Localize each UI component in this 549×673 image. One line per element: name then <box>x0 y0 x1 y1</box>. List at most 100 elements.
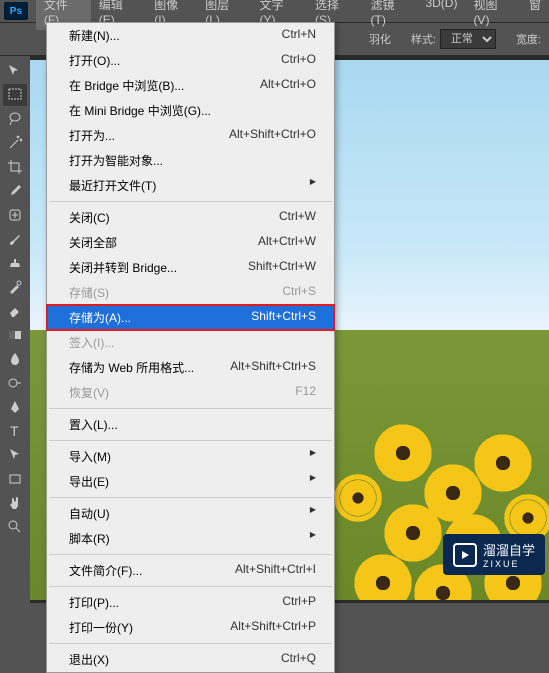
submenu-arrow-icon: ▶ <box>310 448 316 465</box>
menu-entry-shortcut: F12 <box>295 384 316 401</box>
menu-entry-label: 打开为... <box>69 127 115 144</box>
menu-separator <box>49 201 332 202</box>
menu-entry-shortcut: Shift+Ctrl+W <box>248 259 316 276</box>
menu-entry-label: 置入(L)... <box>69 416 118 433</box>
menu-separator <box>49 408 332 409</box>
menu-entry[interactable]: 文件简介(F)... Alt+Shift+Ctrl+I <box>47 558 334 583</box>
menu-entry[interactable]: 在 Bridge 中浏览(B)... Alt+Ctrl+O <box>47 73 334 98</box>
menu-entry[interactable]: 关闭(C) Ctrl+W <box>47 205 334 230</box>
move-tool[interactable] <box>3 60 27 82</box>
menu-entry-label: 签入(I)... <box>69 334 114 351</box>
style-label: 样式: <box>411 31 436 47</box>
menu-item-8[interactable]: 视图(V) <box>465 0 521 30</box>
menu-entry-label: 退出(X) <box>69 651 109 668</box>
menu-item-9[interactable]: 窗 <box>521 0 549 30</box>
menu-entry[interactable]: 最近打开文件(T)▶ <box>47 173 334 198</box>
menu-entry[interactable]: 导出(E)▶ <box>47 469 334 494</box>
menu-entry: 恢复(V) F12 <box>47 380 334 405</box>
menu-entry-label: 关闭并转到 Bridge... <box>69 259 177 276</box>
tools-panel: T <box>0 56 30 538</box>
hand-tool[interactable] <box>3 492 27 514</box>
menu-entry-label: 关闭全部 <box>69 234 117 251</box>
menu-entry[interactable]: 打开为... Alt+Shift+Ctrl+O <box>47 123 334 148</box>
eraser-tool[interactable] <box>3 300 27 322</box>
menu-entry-shortcut: Alt+Shift+Ctrl+O <box>229 127 316 144</box>
clone-stamp-tool[interactable] <box>3 252 27 274</box>
lasso-tool[interactable] <box>3 108 27 130</box>
menu-item-6[interactable]: 滤镜(T) <box>363 0 418 30</box>
watermark-brand: 溜溜自学 <box>483 540 535 559</box>
menu-entry: 签入(I)... <box>47 330 334 355</box>
submenu-arrow-icon: ▶ <box>310 530 316 547</box>
submenu-arrow-icon: ▶ <box>310 505 316 522</box>
app-logo: Ps <box>4 2 28 20</box>
menu-entry-label: 脚本(R) <box>69 530 110 547</box>
rectangle-tool[interactable] <box>3 468 27 490</box>
menu-entry: 存储(S)Ctrl+S <box>47 280 334 305</box>
menu-entry[interactable]: 关闭并转到 Bridge... Shift+Ctrl+W <box>47 255 334 280</box>
menu-entry[interactable]: 脚本(R) ▶ <box>47 526 334 551</box>
crop-tool[interactable] <box>3 156 27 178</box>
dodge-tool[interactable] <box>3 372 27 394</box>
menu-entry[interactable]: 置入(L)... <box>47 412 334 437</box>
path-selection-tool[interactable] <box>3 444 27 466</box>
menu-entry-label: 恢复(V) <box>69 384 109 401</box>
menu-entry-label: 打开(O)... <box>69 52 120 69</box>
menu-entry-shortcut: Alt+Shift+Ctrl+P <box>230 619 316 636</box>
menu-entry-label: 关闭(C) <box>69 209 110 226</box>
menu-entry-shortcut: Alt+Ctrl+O <box>260 77 316 94</box>
submenu-arrow-icon: ▶ <box>310 177 316 194</box>
menu-entry-label: 存储(S) <box>69 284 109 301</box>
watermark-sub: ZIXUE <box>483 559 535 569</box>
menu-entry-label: 存储为(A)... <box>69 309 131 326</box>
menubar: Ps 文件(F)编辑(E)图像(I)图层(L)文字(Y)选择(S)滤镜(T)3D… <box>0 0 549 22</box>
magic-wand-tool[interactable] <box>3 132 27 154</box>
menu-entry[interactable]: 自动(U) ▶ <box>47 501 334 526</box>
style-select[interactable]: 正常 <box>440 29 496 49</box>
brush-tool[interactable] <box>3 228 27 250</box>
menu-separator <box>49 497 332 498</box>
menu-item-7[interactable]: 3D(D) <box>417 0 465 30</box>
menu-separator <box>49 440 332 441</box>
menu-entry-shortcut: Alt+Shift+Ctrl+S <box>230 359 316 376</box>
menu-entry-label: 新建(N)... <box>69 27 120 44</box>
menu-entry-label: 在 Mini Bridge 中浏览(G)... <box>69 102 211 119</box>
watermark-play-icon <box>453 543 477 567</box>
menu-entry[interactable]: 打开(O)... Ctrl+O <box>47 48 334 73</box>
menu-entry[interactable]: 关闭全部 Alt+Ctrl+W <box>47 230 334 255</box>
menu-entry-shortcut: Ctrl+O <box>281 52 316 69</box>
menu-entry-label: 存储为 Web 所用格式... <box>69 359 194 376</box>
feather-label: 羽化 <box>369 31 391 47</box>
width-label: 宽度: <box>516 31 541 47</box>
zoom-tool[interactable] <box>3 516 27 538</box>
blur-tool[interactable] <box>3 348 27 370</box>
menu-entry-label: 导入(M) <box>69 448 111 465</box>
gradient-tool[interactable] <box>3 324 27 346</box>
menu-entry-shortcut: Alt+Shift+Ctrl+I <box>235 562 316 579</box>
menu-entry[interactable]: 打印一份(Y) Alt+Shift+Ctrl+P <box>47 615 334 640</box>
menu-separator <box>49 554 332 555</box>
menu-entry-shortcut: Ctrl+W <box>279 209 316 226</box>
menu-entry[interactable]: 存储为(A)...Shift+Ctrl+S <box>47 305 334 330</box>
menu-entry-label: 打印一份(Y) <box>69 619 133 636</box>
menu-entry[interactable]: 退出(X)Ctrl+Q <box>47 647 334 672</box>
menu-entry-shortcut: Ctrl+N <box>282 27 316 44</box>
history-brush-tool[interactable] <box>3 276 27 298</box>
menu-entry[interactable]: 导入(M) ▶ <box>47 444 334 469</box>
file-menu-dropdown: 新建(N)... Ctrl+N 打开(O)... Ctrl+O 在 Bridge 中浏览… <box>46 22 335 673</box>
menu-entry-shortcut: Alt+Ctrl+W <box>258 234 316 251</box>
type-tool[interactable]: T <box>3 420 27 442</box>
menu-entry-label: 在 Bridge 中浏览(B)... <box>69 77 184 94</box>
marquee-tool[interactable] <box>3 84 27 106</box>
menu-entry-label: 导出(E) <box>69 473 109 490</box>
pen-tool[interactable] <box>3 396 27 418</box>
healing-brush-tool[interactable] <box>3 204 27 226</box>
menu-entry[interactable]: 在 Mini Bridge 中浏览(G)... <box>47 98 334 123</box>
svg-text:T: T <box>10 423 19 439</box>
menu-entry[interactable]: 新建(N)... Ctrl+N <box>47 23 334 48</box>
menu-entry-label: 文件简介(F)... <box>69 562 142 579</box>
eyedropper-tool[interactable] <box>3 180 27 202</box>
menu-entry[interactable]: 存储为 Web 所用格式... Alt+Shift+Ctrl+S <box>47 355 334 380</box>
menu-entry-label: 自动(U) <box>69 505 110 522</box>
menu-entry[interactable]: 打开为智能对象... <box>47 148 334 173</box>
